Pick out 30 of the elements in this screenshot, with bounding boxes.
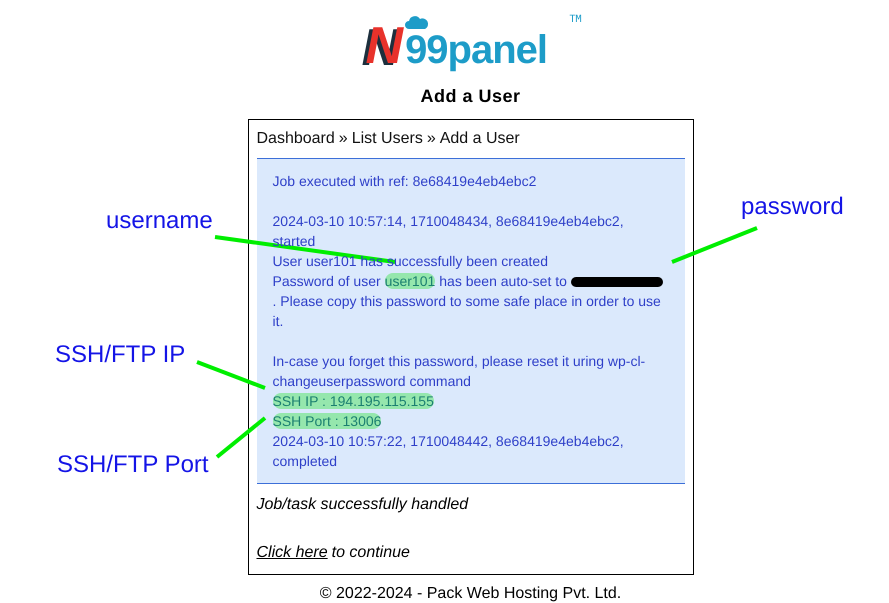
breadcrumb-item[interactable]: Dashboard xyxy=(256,130,335,148)
continue-link[interactable]: Click here xyxy=(256,544,328,562)
log-text: 2024-03-10 10:57:22, 1710048442, 8e68419e4eb4ebc2, completed xyxy=(272,433,624,469)
annotation-label: SSH/FTP Port xyxy=(57,451,209,479)
page-title: Add a User xyxy=(420,86,521,107)
log-text: has been auto-set to xyxy=(439,273,567,289)
highlighted-text: user101 xyxy=(384,273,436,289)
annotation-label: password xyxy=(741,193,844,221)
breadcrumb-separator: » xyxy=(338,130,348,148)
highlighted-text: SSH Port : 13006 xyxy=(272,413,382,429)
highlighted-text: SSH IP : 194.195.115.155 xyxy=(272,393,434,409)
log-text: 2024-03-10 10:57:14, 1710048434, 8e68419e4eb4ebc2, started xyxy=(272,213,624,249)
annotation-label: SSH/FTP IP xyxy=(55,341,186,369)
breadcrumb-item[interactable]: List Users xyxy=(352,130,423,148)
continue-text: to continue xyxy=(332,544,410,562)
log-text: Password of user xyxy=(272,273,381,289)
breadcrumb-separator: » xyxy=(426,130,436,148)
cloud-icon xyxy=(404,14,430,30)
logo-name: 99panel xyxy=(405,30,548,70)
log-text: In-case you forget this password, please reset it uring wp-cl-changeuserpassword command xyxy=(272,353,646,389)
annotation-label: username xyxy=(106,207,213,235)
log-text: . Please copy this password to some safe place in order to use it. xyxy=(272,292,662,331)
breadcrumb-item[interactable]: Add a User xyxy=(440,130,520,148)
footer-copyright: © 2022-2024 - Pack Web Hosting Pvt. Ltd. xyxy=(320,585,622,603)
trademark: TM xyxy=(569,14,582,25)
log-text: Job executed with ref: 8e68419e4eb4ebc2 xyxy=(272,173,536,189)
logo-mark: N xyxy=(366,22,402,70)
leader-line xyxy=(216,416,266,459)
leader-line xyxy=(196,360,266,390)
result-message: Job/task successfully handled xyxy=(256,496,470,514)
